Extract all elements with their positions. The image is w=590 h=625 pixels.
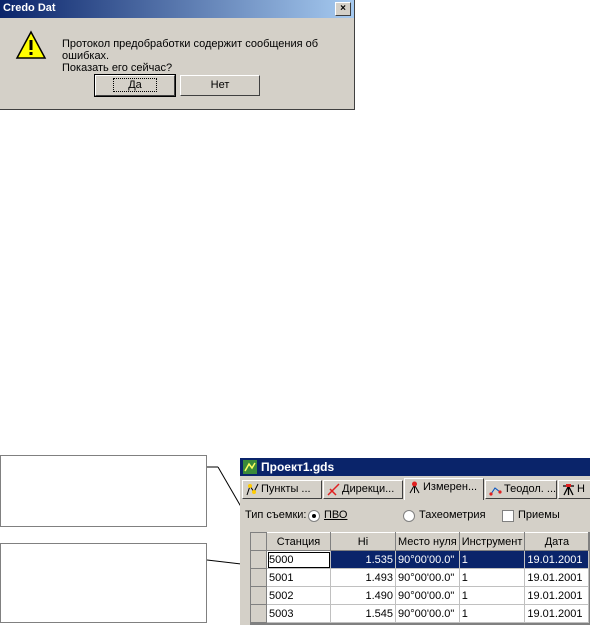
directions-icon — [327, 483, 340, 496]
tab-more-label: Н — [577, 483, 585, 495]
table-cell[interactable]: 5003 — [266, 604, 331, 623]
dialog-message-line1: Протокол предобработки содержит сообщени… — [62, 38, 319, 62]
row-selector[interactable] — [250, 550, 267, 569]
radio-tacheometry[interactable] — [403, 510, 415, 522]
table-row[interactable]: 5002 1.490 90°00'00.0" 1 19.01.2001 — [250, 586, 590, 605]
dialog-message: Протокол предобработки содержит сообщени… — [62, 38, 354, 74]
radio-pvo[interactable] — [308, 510, 320, 522]
tab-points[interactable]: Пункты ... — [242, 480, 322, 499]
table-cell[interactable]: 1.545 — [330, 604, 396, 623]
tab-strip: Пункты ... Дирекци... Измерен... Теодол.… — [240, 478, 590, 500]
table-cell[interactable]: 5001 — [266, 568, 331, 587]
warning-icon — [15, 30, 47, 59]
theodolite-icon — [489, 487, 502, 496]
table-cell[interactable]: 5002 — [266, 586, 331, 605]
tab-directions[interactable]: Дирекци... — [323, 480, 403, 499]
dialog-title: Credo Dat — [3, 2, 56, 14]
table-row[interactable]: 5003 1.545 90°00'00.0" 1 19.01.2001 — [250, 604, 590, 623]
table-cell[interactable]: 5000 — [266, 550, 331, 569]
table-header: Станция Hi Место нуля Инструмент Дата — [250, 532, 590, 551]
table-cell[interactable]: 1 — [458, 604, 526, 623]
yes-button-label: Да — [113, 78, 157, 92]
points-icon — [246, 483, 259, 496]
tab-more[interactable]: Н — [558, 480, 590, 499]
table-cell[interactable]: 1 — [458, 586, 526, 605]
table-cell[interactable]: 90°00'00.0" — [395, 586, 460, 605]
dialog-message-line2: Показать его сейчас? — [62, 62, 173, 74]
table-cell[interactable]: 19.01.2001 — [524, 568, 590, 587]
row-selector[interactable] — [250, 586, 267, 605]
table-cell[interactable]: 1.535 — [330, 550, 396, 569]
stations-grid: Станция Hi Место нуля Инструмент Дата 50… — [250, 532, 590, 625]
dialog-titlebar: Credo Dat × — [0, 0, 354, 18]
yes-button[interactable]: Да — [94, 74, 176, 97]
project-title: Проект1.gds — [261, 460, 335, 474]
project-titlebar: Проект1.gds — [240, 458, 590, 476]
column-header[interactable]: Место нуля — [395, 532, 460, 551]
table-cell[interactable]: 19.01.2001 — [524, 586, 590, 605]
tab-directions-label: Дирекци... — [342, 483, 395, 495]
table-cell[interactable]: 19.01.2001 — [524, 550, 590, 569]
tab-points-label: Пункты ... — [261, 483, 311, 495]
column-header[interactable]: Станция — [266, 532, 331, 551]
row-header-corner — [250, 532, 267, 551]
project-icon — [243, 460, 257, 474]
tab-measurements-label: Измерен... — [423, 481, 478, 493]
radio-tacheometry-label: Тахеометрия — [419, 509, 486, 521]
table-row[interactable]: 5001 1.493 90°00'00.0" 1 19.01.2001 — [250, 568, 590, 587]
checkbox-receptions-label: Приемы — [518, 509, 560, 521]
table-cell[interactable]: 1.493 — [330, 568, 396, 587]
close-icon[interactable]: × — [335, 2, 351, 16]
column-header[interactable]: Инструмент — [458, 532, 526, 551]
tab-measurements[interactable]: Измерен... — [404, 478, 484, 500]
table-cell[interactable]: 1 — [458, 568, 526, 587]
table-cell[interactable]: 19.01.2001 — [524, 604, 590, 623]
measurements-icon — [409, 481, 420, 494]
column-header[interactable]: Hi — [330, 532, 396, 551]
radio-pvo-label: ПВО — [324, 509, 348, 521]
tripod-icon — [563, 484, 574, 496]
table-row[interactable]: 5000 1.535 90°00'00.0" 1 19.01.2001 — [250, 550, 590, 569]
error-dialog: Credo Dat × Протокол предобработки содер… — [0, 0, 355, 110]
tab-theodolite[interactable]: Теодол. ... — [485, 480, 557, 499]
table-cell[interactable]: 1 — [458, 550, 526, 569]
tab-theodolite-label: Теодол. ... — [504, 483, 557, 495]
callout-box-top — [0, 455, 207, 527]
table-cell[interactable]: 90°00'00.0" — [395, 568, 460, 587]
table-cell[interactable]: 90°00'00.0" — [395, 550, 460, 569]
survey-type-label: Тип съемки: — [245, 509, 307, 521]
stations-table: Станция Hi Место нуля Инструмент Дата 50… — [250, 532, 590, 623]
table-cell[interactable]: 90°00'00.0" — [395, 604, 460, 623]
column-header[interactable]: Дата — [524, 532, 590, 551]
row-selector[interactable] — [250, 604, 267, 623]
project-window: Проект1.gds Пункты ... Дирекци... Измере… — [240, 458, 590, 625]
callout-box-bottom — [0, 543, 207, 623]
checkbox-receptions[interactable] — [502, 510, 514, 522]
row-selector[interactable] — [250, 568, 267, 587]
table-cell[interactable]: 1.490 — [330, 586, 396, 605]
no-button[interactable]: Нет — [180, 75, 260, 96]
survey-type-bar: Тип съемки: ПВО Тахеометрия Приемы — [240, 506, 590, 524]
